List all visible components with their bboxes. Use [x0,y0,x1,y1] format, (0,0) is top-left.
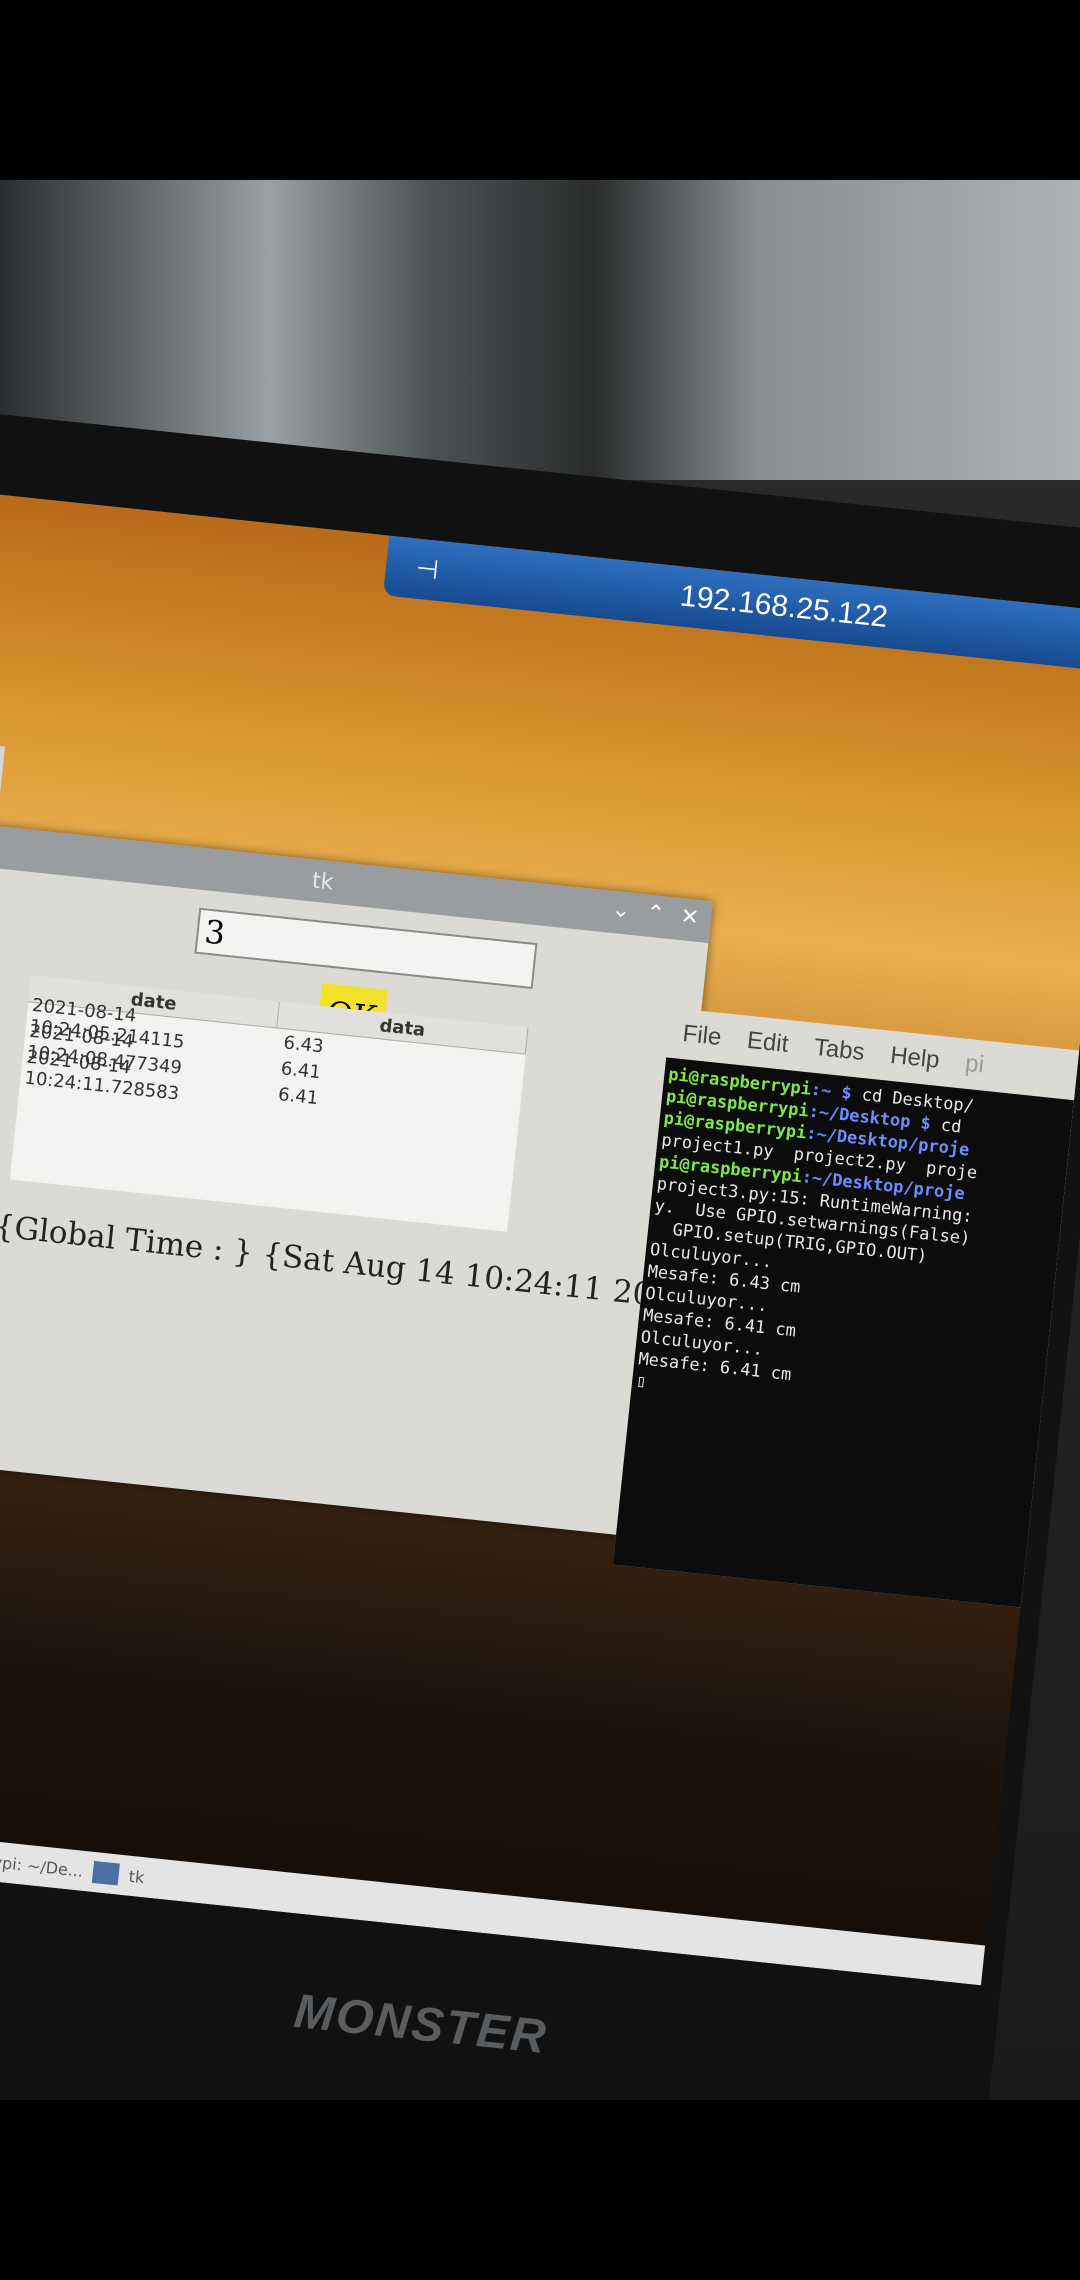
count-entry[interactable]: 3 [194,907,538,990]
monitor-brand-logo: MONSTER [291,1984,550,2065]
maximize-icon[interactable]: ⌃ [645,901,666,928]
monitor: ⊣ 192.168.25.122 tk ⌄ ⌃ ✕ 3 OK ➤ [0,410,1080,2100]
menu-tabs[interactable]: Tabs [813,1034,866,1067]
menu-file[interactable]: File [681,1020,722,1052]
menu-edit[interactable]: Edit [746,1027,790,1059]
tk-title: tk [310,867,335,896]
desktop-screen: ⊣ 192.168.25.122 tk ⌄ ⌃ ✕ 3 OK ➤ [0,493,1080,1986]
window-icon [91,1860,121,1886]
terminal-output[interactable]: pi@raspberrypi:~ $ cd Desktop/ pi@raspbe… [612,1057,1080,1609]
taskbar-item-terminal[interactable]: pi@raspberrypi: ~/De... [0,1842,84,1881]
vnc-toolbar[interactable]: ⊣ 192.168.25.122 [382,535,1080,679]
data-table: date data 2021-08-14 10:24:05.214115 6.4… [9,975,529,1232]
minimize-icon[interactable]: ⌄ [611,897,632,924]
photo-frame: ⊣ 192.168.25.122 tk ⌄ ⌃ ✕ 3 OK ➤ [0,180,1080,2100]
app-menu-button[interactable] [0,742,6,801]
terminal-window: File Edit Tabs Help pi pi@raspberrypi:~ … [612,1007,1080,1609]
taskbar-item-tk[interactable]: tk [128,1866,145,1887]
terminal-cursor: ▯ [635,1371,648,1393]
terminal-title-fragment: pi [963,1049,986,1079]
vnc-host-label: 192.168.25.122 [678,579,890,635]
close-icon[interactable]: ✕ [679,904,700,931]
pin-icon[interactable]: ⊣ [414,553,440,586]
taskbar: pi@raspberrypi: ~/De... tk [0,1826,996,1986]
global-time-label: {Global Time : } {Sat Aug 14 10:24:11 20… [0,1208,713,1320]
tk-window: tk ⌄ ⌃ ✕ 3 OK ➤ date data 202 [0,819,713,1538]
menu-help[interactable]: Help [889,1042,941,1075]
